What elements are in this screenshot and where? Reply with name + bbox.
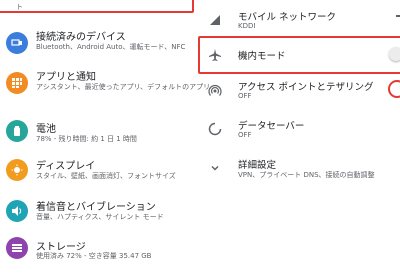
signal-icon (208, 14, 222, 28)
settings-item-subtitle: OFF (238, 131, 252, 139)
settings-item-title: モバイル ネットワーク (238, 12, 337, 23)
storage-icon (6, 237, 28, 259)
settings-item-title: ディスプレイ (36, 161, 96, 172)
chevron-down-icon (208, 162, 222, 176)
settings-item-subtitle: VPN、プライベート DNS、接続の自動調整 (238, 171, 375, 179)
airplane-icon (208, 48, 222, 62)
settings-item-display[interactable]: ディスプレイ スタイル、壁紙、画面消灯、フォントサイズ (0, 153, 196, 193)
settings-item-title: データセーバー (238, 121, 305, 132)
settings-item-advanced[interactable]: 詳細設定 VPN、プライベート DNS、接続の自動調整 (196, 154, 400, 194)
settings-item-battery[interactable]: 電池 78% - 残り時間: 約 1 日 1 時間 (0, 114, 196, 154)
hotspot-icon (208, 84, 222, 98)
settings-item-title: 電池 (36, 124, 56, 135)
settings-list: ト 接続済みのデバイス Bluetooth、Android Auto、運転モード… (0, 0, 210, 267)
apps-icon (6, 72, 28, 94)
settings-item-subtitle: 音量、ハプティクス、サイレント モード (36, 213, 164, 221)
highlight-box (0, 0, 194, 13)
network-settings-list: モバイル ネットワーク KDDI 機内モード アクセス ポイントとテザリング O… (196, 0, 400, 267)
display-icon (6, 159, 28, 181)
settings-item-airplane-mode[interactable]: 機内モード (196, 36, 400, 76)
devices-icon (6, 32, 28, 54)
settings-item-subtitle: アシスタント、最近使ったアプリ、デフォルトのアプリ (36, 83, 211, 91)
settings-item-connected-devices[interactable]: 接続済みのデバイス Bluetooth、Android Auto、運転モード、N… (0, 26, 196, 66)
sound-icon (6, 200, 28, 222)
settings-item-subtitle: 使用済み 72% - 空き容量 35.47 GB (36, 252, 152, 260)
airplane-mode-toggle[interactable] (389, 47, 400, 61)
settings-item-title: 機内モード (238, 51, 286, 62)
data-saver-icon (208, 122, 222, 136)
settings-item-hotspot[interactable]: アクセス ポイントとテザリング OFF (196, 76, 400, 116)
minus-icon (396, 15, 400, 17)
settings-item-title: アクセス ポイントとテザリング (238, 82, 374, 93)
battery-icon (6, 120, 28, 142)
settings-item-data-saver[interactable]: データセーバー OFF (196, 115, 400, 155)
settings-item-subtitle: Bluetooth、Android Auto、運転モード、NFC (36, 43, 186, 51)
settings-item-title: 詳細設定 (238, 160, 277, 171)
highlight-circle (388, 80, 400, 98)
settings-item-subtitle: 78% - 残り時間: 約 1 日 1 時間 (36, 135, 137, 143)
settings-item-title: アプリと通知 (36, 72, 96, 83)
settings-item-title: 着信音とバイブレーション (36, 202, 156, 213)
settings-item-title: 接続済みのデバイス (36, 32, 126, 43)
settings-item-subtitle: OFF (238, 92, 252, 100)
settings-item-apps[interactable]: アプリと通知 アシスタント、最近使ったアプリ、デフォルトのアプリ (0, 66, 210, 106)
settings-item-subtitle: KDDI (238, 22, 256, 30)
settings-item-subtitle: スタイル、壁紙、画面消灯、フォントサイズ (36, 172, 176, 180)
network-subtitle: ト (16, 3, 23, 11)
settings-item-storage[interactable]: ストレージ 使用済み 72% - 空き容量 35.47 GB (0, 233, 196, 273)
settings-item-sound[interactable]: 着信音とバイブレーション 音量、ハプティクス、サイレント モード (0, 192, 196, 232)
